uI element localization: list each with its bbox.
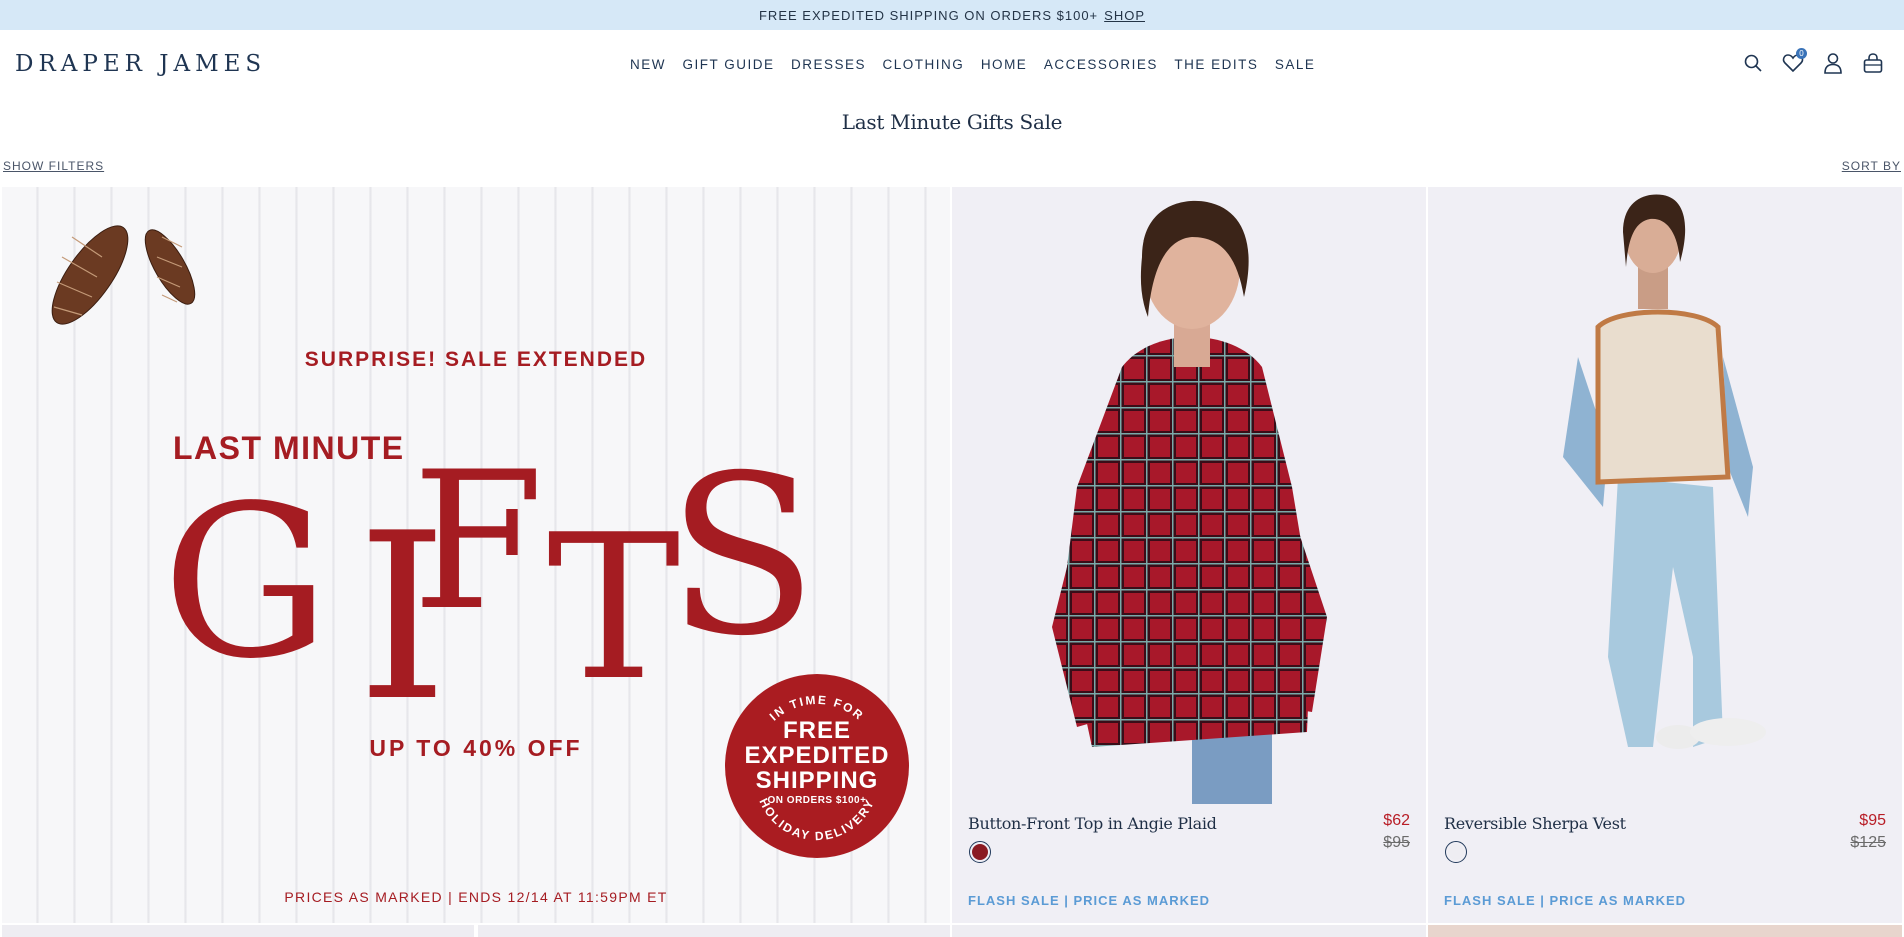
promo-banner[interactable]: SURPRISE! SALE EXTENDED LAST MINUTE G I …	[2, 187, 950, 923]
svg-text:G: G	[162, 460, 330, 705]
svg-text:S: S	[667, 428, 818, 684]
heart-icon[interactable]: 0	[1780, 48, 1807, 76]
nav-item-gift-guide[interactable]: GIFT GUIDE	[683, 57, 775, 72]
nav-item-home[interactable]: HOME	[981, 57, 1028, 72]
wishlist-count-badge: 0	[1796, 48, 1807, 59]
product-original-price: $95	[1383, 834, 1410, 851]
flash-sale-tag: FLASH SALE | PRICE AS MARKED	[968, 893, 1211, 908]
nav-item-accessories[interactable]: ACCESSORIES	[1044, 57, 1158, 72]
announcement-bar: FREE EXPEDITED SHIPPING ON ORDERS $100+ …	[0, 0, 1904, 30]
product-image-plaid-top[interactable]	[952, 187, 1426, 804]
next-row-card[interactable]	[952, 925, 1426, 937]
cart-icon[interactable]	[1860, 50, 1886, 76]
seal-sub-text: ON ORDERS $100+	[767, 795, 867, 806]
show-filters-button[interactable]: SHOW FILTERS	[3, 159, 104, 173]
search-icon[interactable]	[1740, 50, 1766, 76]
color-swatch[interactable]	[1445, 841, 1467, 863]
nav-item-new[interactable]: NEW	[630, 57, 666, 72]
shipping-seal: IN TIME FOR HOLIDAY DELIVERY FREE EXPEDIT…	[725, 674, 909, 858]
product-card[interactable]: Button-Front Top in Angie Plaid $62 $95 …	[952, 187, 1426, 923]
sort-by-button[interactable]: SORT BY	[1842, 159, 1901, 173]
product-name[interactable]: Button-Front Top in Angie Plaid	[968, 814, 1217, 833]
product-card[interactable]: Reversible Sherpa Vest $95 $125 FLASH SA…	[1428, 187, 1902, 923]
product-sale-price: $95	[1859, 812, 1886, 829]
next-row-card[interactable]	[478, 925, 950, 937]
nav-item-clothing[interactable]: CLOTHING	[883, 57, 965, 72]
product-image-sherpa-vest[interactable]	[1428, 187, 1902, 804]
next-row-card[interactable]	[2, 925, 474, 937]
brand-logo[interactable]: DRAPER JAMES	[15, 51, 266, 77]
color-swatch[interactable]	[969, 841, 991, 863]
account-icon[interactable]	[1820, 50, 1846, 76]
header-icons: 0	[1726, 48, 1886, 76]
announcement-text: FREE EXPEDITED SHIPPING ON ORDERS $100+	[758, 7, 1099, 23]
nav-item-dresses[interactable]: DRESSES	[791, 57, 866, 72]
svg-text:F: F	[412, 431, 544, 652]
promo-footer: PRICES AS MARKED | ENDS 12/14 AT 11:59PM…	[284, 889, 668, 905]
site-header: DRAPER JAMES NEW GIFT GUIDE DRESSES CLOT…	[0, 30, 1904, 100]
next-row-card[interactable]	[1428, 925, 1902, 937]
svg-text:T: T	[547, 492, 680, 725]
seal-main-text: FREE EXPEDITED SHIPPING	[744, 717, 890, 794]
announcement-shop-link[interactable]: SHOP	[1104, 8, 1145, 23]
product-original-price: $125	[1850, 834, 1886, 851]
product-name[interactable]: Reversible Sherpa Vest	[1444, 814, 1626, 833]
main-nav: NEW GIFT GUIDE DRESSES CLOTHING HOME ACC…	[630, 57, 1332, 72]
nav-item-the-edits[interactable]: THE EDITS	[1174, 57, 1258, 72]
flash-sale-tag: FLASH SALE | PRICE AS MARKED	[1444, 893, 1687, 908]
nav-item-sale[interactable]: SALE	[1275, 57, 1316, 72]
page-title: Last Minute Gifts Sale	[841, 110, 1063, 134]
product-sale-price: $62	[1383, 812, 1410, 829]
